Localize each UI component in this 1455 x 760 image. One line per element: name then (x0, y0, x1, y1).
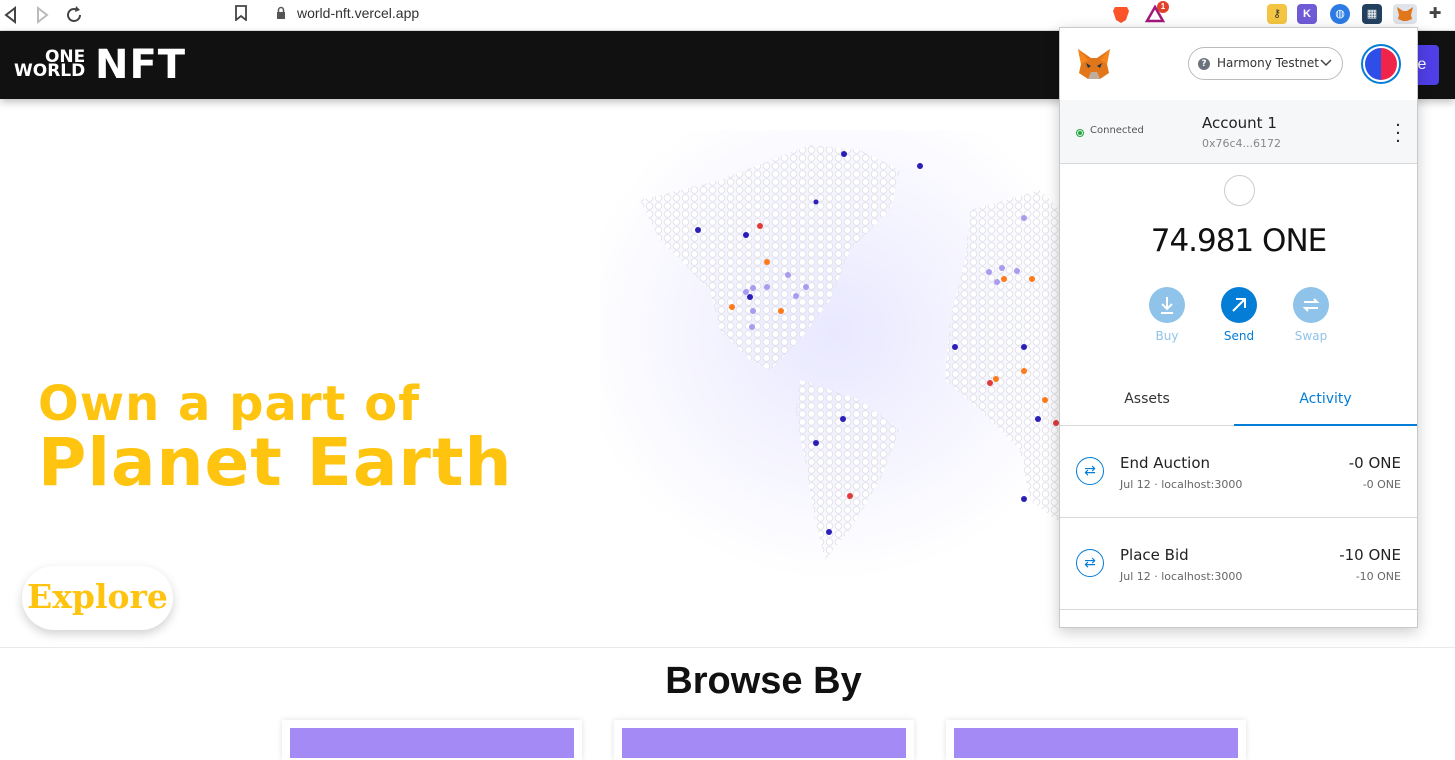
browse-card-2[interactable] (614, 720, 914, 760)
connected-status-icon (1076, 129, 1084, 137)
tab-assets[interactable]: Assets (1060, 378, 1234, 426)
reload-icon[interactable] (63, 4, 85, 26)
account-address[interactable]: 0x76c4...6172 (1202, 137, 1281, 150)
buy-button[interactable]: Buy (1137, 287, 1197, 343)
back-icon[interactable] (0, 4, 22, 26)
extension-k-icon[interactable]: K (1297, 4, 1317, 24)
address-bar[interactable]: world-nft.vercel.app (297, 5, 419, 21)
activity-item[interactable]: ⇄ Place Bid Jul 12 · localhost:3000 -10 … (1060, 518, 1417, 610)
transaction-amount: -10 ONE (1339, 546, 1401, 564)
extension-globe-icon[interactable]: ◍ (1330, 4, 1350, 24)
account-bar: Connected Account 1 0x76c4...6172 · · · (1060, 100, 1417, 164)
swap-button[interactable]: Swap (1281, 287, 1341, 343)
transaction-interaction-icon: ⇄ (1076, 549, 1104, 577)
extension-key-icon[interactable]: ⚷ (1267, 4, 1287, 24)
transaction-title: Place Bid (1120, 546, 1189, 564)
forward-icon[interactable] (31, 4, 53, 26)
extension-grid-icon[interactable]: ▦ (1362, 4, 1382, 24)
arrow-up-right-icon (1221, 287, 1257, 323)
swap-icon (1293, 287, 1329, 323)
transaction-subtitle: Jul 12 · localhost:3000 (1120, 478, 1243, 491)
tab-activity[interactable]: Activity (1234, 378, 1417, 426)
extensions-puzzle-icon[interactable]: ✚ (1425, 4, 1445, 24)
transaction-amount-secondary: -10 ONE (1355, 570, 1401, 583)
metamask-extension-icon[interactable] (1393, 4, 1417, 24)
hero-title-line1: Own a part of (38, 376, 421, 432)
section-divider (0, 647, 1455, 648)
browse-card-1[interactable] (282, 720, 582, 760)
browse-card-3[interactable] (946, 720, 1246, 760)
buy-label: Buy (1155, 329, 1179, 343)
transaction-amount: -0 ONE (1348, 454, 1401, 472)
brave-rewards-icon[interactable]: 1 (1144, 1, 1169, 24)
activity-item[interactable]: ⇄ End Auction Jul 12 · localhost:3000 -0… (1060, 426, 1417, 518)
swap-label: Swap (1294, 329, 1328, 343)
send-button[interactable]: Send (1209, 287, 1269, 343)
chevron-down-icon (1320, 48, 1332, 91)
network-name: Harmony Testnet (1217, 56, 1319, 70)
tab-bar: Assets Activity (1060, 378, 1417, 426)
send-label: Send (1223, 329, 1255, 343)
logo-bottom: WORLD (14, 61, 86, 81)
explore-button[interactable]: Explore (22, 566, 173, 630)
transaction-amount-secondary: -0 ONE (1362, 478, 1401, 491)
world-map-graphic (600, 130, 1070, 580)
token-icon (1224, 175, 1255, 206)
logo-text[interactable]: ONE WORLD (14, 49, 86, 81)
logo-nft[interactable]: NFT (95, 42, 186, 88)
network-selector[interactable]: ? Harmony Testnet (1188, 47, 1343, 80)
browse-by-heading: Browse By (665, 660, 862, 702)
connected-status[interactable]: Connected (1090, 125, 1144, 136)
metamask-header: ? Harmony Testnet (1060, 28, 1417, 100)
account-name[interactable]: Account 1 (1202, 114, 1277, 132)
metamask-popup: ? Harmony Testnet Connected Account 1 0x… (1059, 27, 1418, 628)
balance: 74.981 ONE (1150, 223, 1328, 259)
bookmark-icon[interactable] (235, 5, 247, 22)
account-menu-icon[interactable]: · · · (1394, 117, 1402, 151)
metamask-fox-icon[interactable] (1076, 46, 1112, 82)
transaction-interaction-icon: ⇄ (1076, 457, 1104, 485)
card-image (954, 728, 1238, 758)
card-image (290, 728, 574, 758)
account-avatar[interactable] (1361, 44, 1401, 84)
brave-icon[interactable] (1111, 4, 1131, 24)
transaction-title: End Auction (1120, 454, 1211, 472)
transaction-subtitle: Jul 12 · localhost:3000 (1120, 570, 1243, 583)
lock-icon[interactable] (276, 6, 286, 20)
card-image (622, 728, 906, 758)
notification-badge: 1 (1157, 1, 1169, 13)
help-icon: ? (1198, 58, 1210, 70)
download-icon (1149, 287, 1185, 323)
hero-title-line2: Planet Earth (38, 424, 513, 501)
